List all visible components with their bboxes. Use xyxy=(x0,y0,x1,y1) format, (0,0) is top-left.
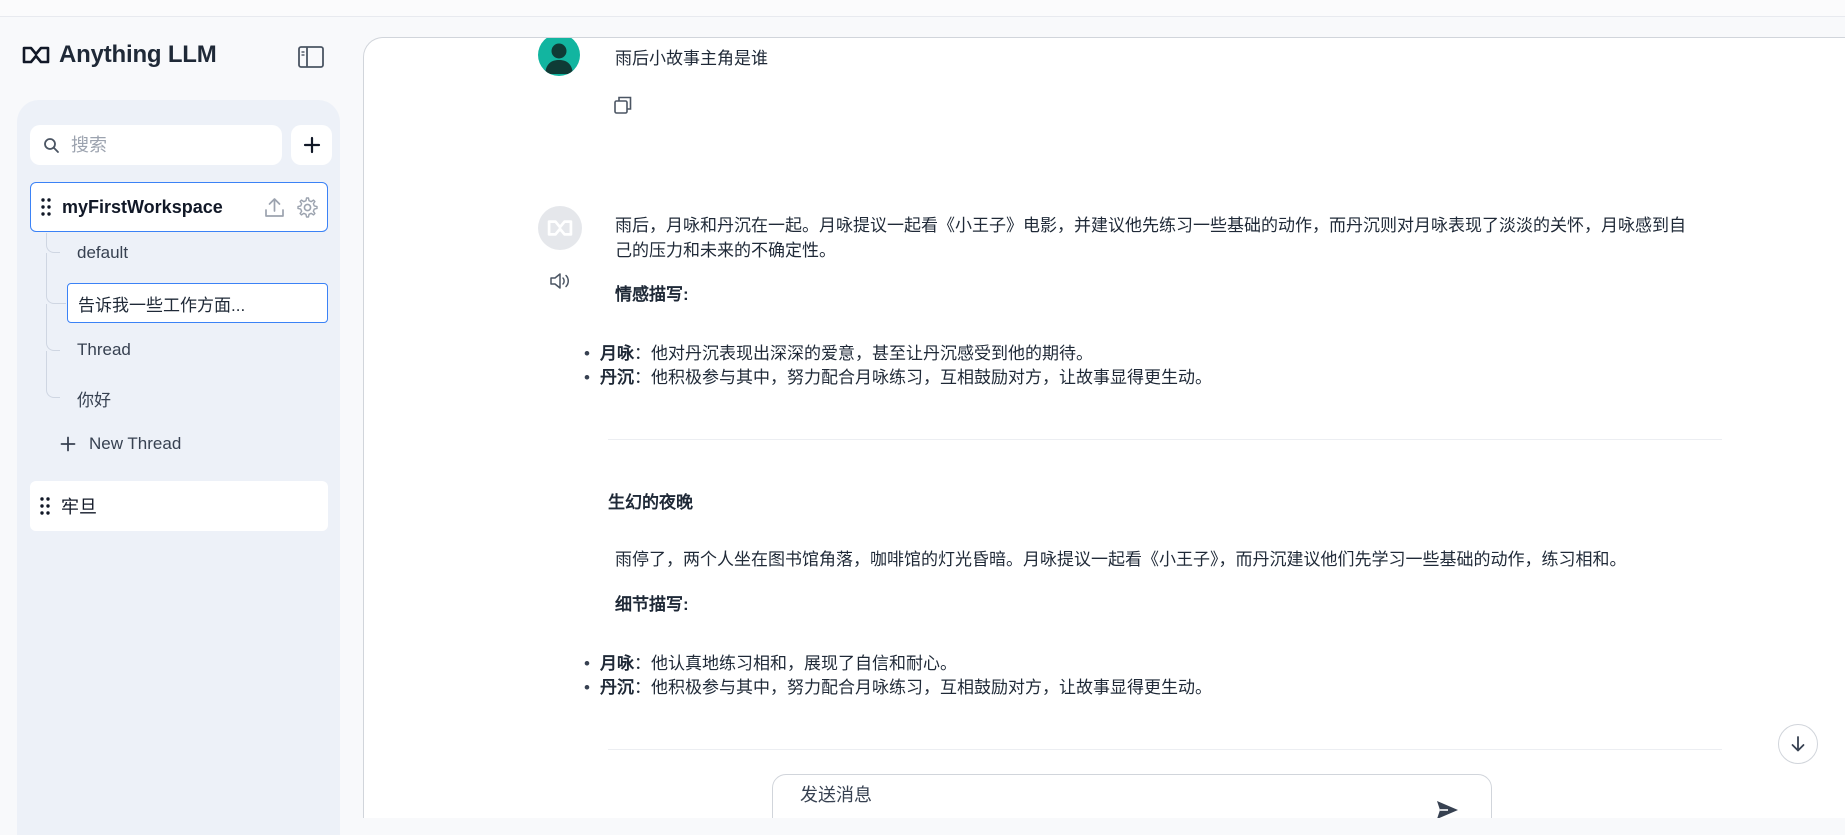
chat-area: 雨后小故事主角是谁 雨后，月咏和丹沉在一起。月咏提议一起看《小王子》电影，并建议… xyxy=(363,37,1845,818)
user-message: 雨后小故事主角是谁 xyxy=(615,49,768,68)
reply-paragraph-line: 雨后，月咏和丹沉在一起。月咏提议一起看《小王子》电影，并建议他先练习一些基础的动… xyxy=(615,216,1686,235)
thread-label: 告诉我一些工作方面... xyxy=(78,295,246,315)
search-box[interactable] xyxy=(30,125,282,165)
reply-paragraph-line: 己的压力和未来的不确定性。 xyxy=(615,241,836,260)
send-button[interactable] xyxy=(1434,797,1460,818)
window-top-bar xyxy=(0,0,1845,17)
list-item-text: ：他积极参与其中，努力配合月咏练习，互相鼓励对方，让故事显得更生动。 xyxy=(634,678,1212,697)
copy-icon xyxy=(614,96,632,114)
tree-connector xyxy=(46,233,60,253)
new-thread-label: New Thread xyxy=(89,434,182,453)
list-item-name: 月咏 xyxy=(600,344,634,363)
user-avatar xyxy=(538,38,580,76)
assistant-avatar xyxy=(538,206,582,250)
reply-heading: 情感描写: xyxy=(615,285,689,304)
thread-item-default[interactable]: default xyxy=(77,233,128,273)
thread-item-thread[interactable]: Thread xyxy=(77,330,131,370)
read-aloud-button[interactable] xyxy=(549,271,571,296)
list-item-name: 月咏 xyxy=(600,654,634,673)
list-item-name: 丹沉 xyxy=(600,678,634,697)
tree-connector xyxy=(46,253,66,304)
search-input[interactable] xyxy=(71,134,251,156)
new-workspace-button[interactable] xyxy=(291,125,332,165)
workspace-item-laodan[interactable]: 牢旦 xyxy=(30,481,328,531)
tree-connector xyxy=(46,351,60,398)
workspace-name: myFirstWorkspace xyxy=(62,196,223,217)
search-icon xyxy=(44,137,59,153)
copy-button[interactable] xyxy=(612,94,634,121)
tree-connector xyxy=(46,304,60,351)
upload-icon[interactable] xyxy=(263,196,286,219)
message-composer xyxy=(772,774,1492,818)
workspace-name: 牢旦 xyxy=(61,497,97,517)
list-item: 月咏：他对丹沉表现出深深的爱意，甚至让丹沉感受到他的期待。 xyxy=(584,342,1093,366)
workspace-actions xyxy=(263,196,319,219)
divider xyxy=(608,439,1722,440)
thread-label: 你好 xyxy=(77,390,111,410)
list-item-text: ：他积极参与其中，努力配合月咏练习，互相鼓励对方，让故事显得更生动。 xyxy=(634,368,1212,387)
list-item-name: 丹沉 xyxy=(600,368,634,387)
list-item: 月咏：他认真地练习相和，展现了自信和耐心。 xyxy=(584,652,957,676)
workspace-item-myfirstworkspace[interactable]: myFirstWorkspace xyxy=(30,182,328,232)
list-item-text: ：他认真地练习相和，展现了自信和耐心。 xyxy=(634,654,957,673)
send-icon xyxy=(1437,801,1458,818)
plus-icon xyxy=(303,136,320,154)
anything-llm-logo-icon xyxy=(22,46,50,64)
gear-icon[interactable] xyxy=(296,196,319,219)
collapse-sidebar-button[interactable] xyxy=(297,44,325,70)
plus-icon xyxy=(60,436,76,452)
anything-llm-logo-icon xyxy=(547,220,573,236)
brand: Anything LLM xyxy=(21,41,217,69)
thread-item-active[interactable]: 告诉我一些工作方面... xyxy=(67,283,328,323)
list-item: 丹沉：他积极参与其中，努力配合月咏练习，互相鼓励对方，让故事显得更生动。 xyxy=(584,366,1212,390)
drag-handle-icon[interactable] xyxy=(40,197,52,217)
reply-paragraph: 雨停了，两个人坐在图书馆角落，咖啡馆的灯光昏暗。月咏提议一起看《小王子》，而丹沉… xyxy=(615,550,1627,569)
speaker-icon xyxy=(550,273,569,289)
reply-heading: 细节描写: xyxy=(615,595,689,614)
list-item: 丹沉：他积极参与其中，努力配合月咏练习，互相鼓励对方，让故事显得更生动。 xyxy=(584,676,1212,700)
brand-name: Anything LLM xyxy=(59,41,217,68)
divider xyxy=(608,749,1722,750)
message-input[interactable] xyxy=(800,785,1400,806)
workspace-panel: myFirstWorkspace default 告诉我一些工作方面... xyxy=(17,100,340,835)
new-thread-button[interactable]: New Thread xyxy=(60,434,181,454)
thread-label: default xyxy=(77,243,129,262)
section-title: 生幻的夜晚 xyxy=(608,493,693,512)
thread-item-nihao[interactable]: 你好 xyxy=(77,378,111,418)
thread-label: Thread xyxy=(77,340,131,359)
sidebar: Anything LLM 搜索 myFirstWorkspace default… xyxy=(0,17,360,835)
sidebar-toggle-icon xyxy=(298,46,324,68)
drag-handle-icon[interactable] xyxy=(39,496,51,516)
arrow-down-icon xyxy=(1791,736,1805,752)
list-item-text: ：他对丹沉表现出深深的爱意，甚至让丹沉感受到他的期待。 xyxy=(634,344,1093,363)
scroll-to-bottom-button[interactable] xyxy=(1778,724,1818,764)
user-avatar-icon xyxy=(545,43,573,74)
